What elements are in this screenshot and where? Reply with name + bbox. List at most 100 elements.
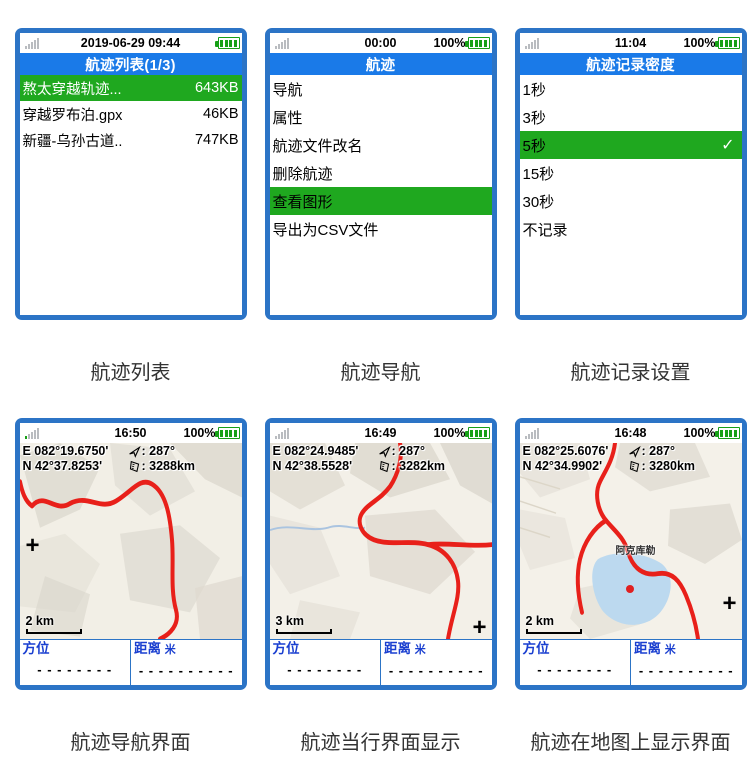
battery-percent: 100% (683, 426, 716, 440)
distance-value: - - - - - - - - - - (638, 663, 734, 678)
bottom-info-bar: 方位 - - - - - - - - 距离 米 - - - - - - - - … (19, 639, 242, 685)
caption-map-nav: 航迹导航界面 (70, 732, 191, 754)
option-label: 3秒 (522, 109, 546, 127)
battery-full-icon (464, 37, 490, 49)
distance-cell: 距离 米 - - - - - - - - - - (630, 640, 742, 685)
track-menu: 导航 属性 航迹文件改名 删除航迹 查看图形 导出为CSV文件 (269, 75, 492, 315)
option-label: 1秒 (522, 81, 546, 99)
status-right: 100% (684, 426, 740, 440)
distance-label-text: 距离 (384, 641, 411, 656)
menu-item-navigate[interactable]: 导航 (270, 75, 492, 103)
place-label: 阿克库勒 (615, 546, 656, 557)
distance-value: - - - - - - - - - - (138, 663, 234, 678)
density-option-list: 1秒 3秒 5秒 ✓ 15秒 30秒 不记录 (519, 75, 742, 315)
battery-full-icon (714, 427, 740, 439)
arrow-heading-icon (628, 445, 641, 458)
panel-cell-map-current: 16:49 100% E 082°24.9485': 287° N 42°38… (258, 418, 503, 718)
coordinate-overlay: E 082°25.6076' : 287° N 42°34.9902' : 32… (520, 443, 742, 476)
ruler-icon (129, 460, 139, 473)
distance-unit: 米 (164, 644, 176, 656)
screen-map-overlay: 16:48 100% E 082°25.6076': 287° N 42°34… (519, 423, 742, 685)
status-right: 100% (184, 426, 240, 440)
page-title: 航迹列表(1/3) (19, 53, 242, 75)
bearing-value: - - - - - - - - (37, 662, 113, 677)
menu-item-export-csv[interactable]: 导出为CSV文件 (270, 215, 492, 243)
battery-percent: 100% (433, 426, 466, 440)
caption-track-menu: 航迹导航 (340, 362, 421, 384)
map-canvas[interactable]: E 082°24.9485' : 287° N 42°38.5528' : 32… (269, 443, 492, 640)
screen-track-list: 2019-06-29 09:44 航迹列表(1/3) 熬太穿越轨迹... 643… (19, 33, 242, 315)
map-canvas[interactable]: E 082°19.6750' : 287° N 42°37.8253' : 32… (19, 443, 242, 639)
device-frame-record-density: 11:04 100% 航迹记录密度 1秒 3秒 5秒 ✓ 15秒 30秒 不记录 (514, 28, 747, 320)
bearing-value: - - - - - - - - (287, 662, 363, 677)
menu-item-delete[interactable]: 删除航迹 (270, 159, 492, 187)
screenshot-grid: 2019-06-29 09:44 航迹列表(1/3) 熬太穿越轨迹... 643… (0, 0, 750, 784)
caption-map-overlay: 航迹在地图上显示界面 (530, 732, 731, 754)
option-3s[interactable]: 3秒 (520, 103, 742, 131)
distance-label: 距离 米 (384, 641, 489, 658)
list-item[interactable]: 新疆-乌孙古道.. 747KB (20, 127, 242, 153)
distance-label-text: 距离 (134, 641, 161, 656)
status-right: 100% (434, 36, 490, 50)
status-right: 100% (684, 36, 740, 50)
menu-item-rename[interactable]: 航迹文件改名 (270, 131, 492, 159)
coordinate-overlay: E 082°24.9485' : 287° N 42°38.5528' : 32… (270, 443, 492, 476)
caption-track-list: 航迹列表 (90, 362, 171, 384)
bearing-label: 方位 (272, 641, 300, 656)
screen-map-current: 16:49 100% E 082°24.9485': 287° N 42°38… (269, 423, 492, 685)
distance-value: : 3288km (141, 459, 196, 473)
option-5s[interactable]: 5秒 ✓ (519, 131, 742, 159)
panel-cell-track-menu: 00:00 100% 航迹 导航 属性 航迹文件改名 删除航迹 查看图形 导出为… (258, 28, 503, 348)
file-name: 穿越罗布泊.gpx (22, 107, 123, 124)
menu-item-view-graph[interactable]: 查看图形 (269, 187, 492, 215)
file-size: 643KB (194, 80, 239, 96)
panel-cell-map-overlay: 16:48 100% E 082°25.6076': 287° N 42°34… (508, 418, 750, 718)
scale-line (525, 629, 582, 634)
distance-cell: 距离 米 - - - - - - - - - - (130, 640, 242, 685)
latitude-value: N 42°34.9902' (522, 459, 603, 473)
map-canvas[interactable]: E 082°25.6076' : 287° N 42°34.9902' : 32… (519, 443, 742, 639)
status-right: 100% (434, 426, 490, 440)
device-frame-track-list: 2019-06-29 09:44 航迹列表(1/3) 熬太穿越轨迹... 643… (14, 28, 247, 320)
heading-value: : 287° (641, 444, 676, 458)
status-bar: 00:00 100% (269, 33, 492, 53)
screen-record-density: 11:04 100% 航迹记录密度 1秒 3秒 5秒 ✓ 15秒 30秒 不记录 (519, 33, 742, 315)
arrow-heading-icon (128, 445, 141, 458)
bearing-label: 方位 (522, 641, 550, 656)
distance-label-text: 距离 (634, 641, 661, 656)
option-15s[interactable]: 15秒 (520, 159, 742, 187)
longitude-value: E 082°24.9485' (272, 444, 359, 458)
crosshair-icon: + (722, 590, 737, 617)
scale-label: 3 km (275, 614, 305, 628)
option-label: 5秒 (522, 137, 546, 155)
page-title: 航迹记录密度 (519, 53, 742, 75)
option-no-record[interactable]: 不记录 (520, 215, 742, 243)
file-size: 46KB (203, 106, 239, 122)
battery-percent: 100% (183, 426, 216, 440)
battery-full-icon (714, 37, 740, 49)
distance-label: 距离 米 (134, 641, 239, 658)
check-icon: ✓ (721, 137, 735, 154)
distance-value: : 3280km (641, 459, 696, 473)
device-frame-map-overlay: 16:48 100% E 082°25.6076': 287° N 42°34… (514, 418, 747, 690)
battery-percent: 100% (683, 36, 716, 50)
device-frame-map-nav: 16:50 100% E 082°19.6750': 287° N 42°37… (14, 418, 247, 690)
bearing-cell: 方位 - - - - - - - - (520, 640, 631, 685)
menu-item-properties[interactable]: 属性 (270, 103, 492, 131)
status-right (214, 37, 240, 49)
map-scale-bar: 2 km (525, 614, 582, 634)
map-scale-bar: 2 km (25, 614, 82, 634)
option-1s[interactable]: 1秒 (520, 75, 742, 103)
list-item[interactable]: 熬太穿越轨迹... 643KB (19, 75, 242, 101)
device-frame-track-menu: 00:00 100% 航迹 导航 属性 航迹文件改名 删除航迹 查看图形 导出为… (264, 28, 497, 320)
arrow-heading-icon (378, 445, 391, 458)
panel-cell-map-nav: 16:50 100% E 082°19.6750': 287° N 42°37… (8, 418, 253, 718)
panel-cell-record-density: 11:04 100% 航迹记录密度 1秒 3秒 5秒 ✓ 15秒 30秒 不记录 (508, 28, 750, 348)
crosshair-icon: + (472, 614, 487, 640)
longitude-value: E 082°25.6076' (522, 444, 609, 458)
coordinate-overlay: E 082°19.6750' : 287° N 42°37.8253' : 32… (20, 443, 242, 476)
list-item[interactable]: 穿越罗布泊.gpx 46KB (20, 101, 242, 127)
option-30s[interactable]: 30秒 (520, 187, 742, 215)
file-name: 熬太穿越轨迹... (22, 81, 122, 98)
heading-value: : 287° (141, 444, 176, 458)
